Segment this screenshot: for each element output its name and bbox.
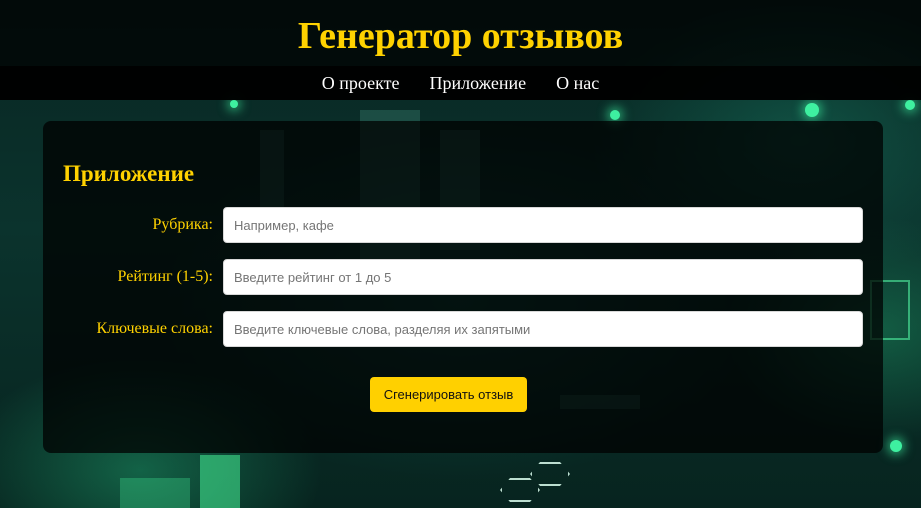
category-row: Рубрика: — [43, 207, 883, 243]
rating-row: Рейтинг (1-5): — [43, 259, 883, 295]
section-title: Приложение — [63, 161, 195, 186]
keywords-row: Ключевые слова: — [43, 311, 883, 347]
main-nav: О проекте Приложение О нас — [0, 66, 921, 100]
nav-link-about-us[interactable]: О нас — [556, 71, 599, 95]
generate-review-button[interactable]: Сгенерировать отзыв — [370, 377, 527, 412]
category-label: Рубрика: — [152, 216, 213, 233]
site-header: Генератор отзывов О проекте Приложение О… — [0, 0, 921, 100]
keywords-label: Ключевые слова: — [96, 320, 213, 337]
nav-link-app[interactable]: Приложение — [429, 71, 526, 95]
app-panel: Приложение Рубрика: Рейтинг (1-5): Ключе… — [43, 121, 883, 453]
keywords-input[interactable] — [223, 311, 863, 347]
site-title: Генератор отзывов — [297, 15, 624, 57]
rating-input[interactable] — [223, 259, 863, 295]
rating-label: Рейтинг (1-5): — [117, 268, 213, 285]
nav-link-about-project[interactable]: О проекте — [322, 71, 400, 95]
category-input[interactable] — [223, 207, 863, 243]
